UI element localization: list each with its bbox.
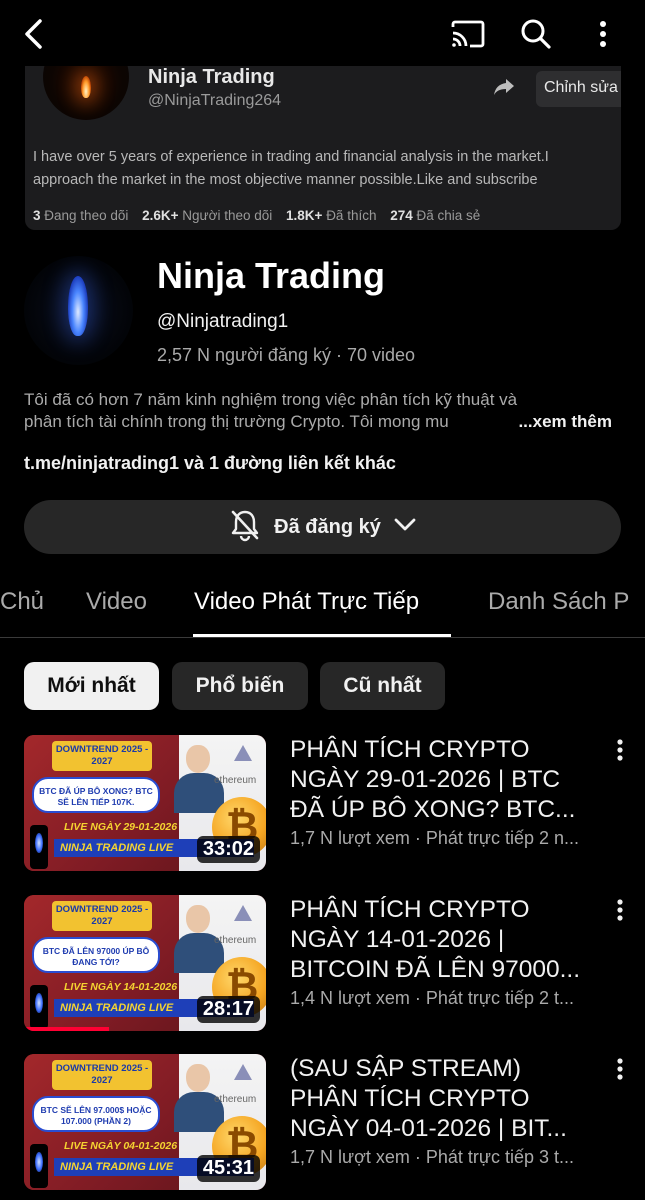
search-icon[interactable] (516, 14, 556, 54)
channel-handle: @Ninjatrading1 (157, 311, 289, 332)
stat-followers[interactable]: 2.6K+ Người theo dõi (142, 208, 272, 223)
ethereum-icon (234, 1064, 252, 1080)
ethereum-icon (234, 745, 252, 761)
thumb-live-date: LIVE NGÀY 29-01-2026 (64, 821, 178, 833)
thumb-badge: DOWNTREND 2025 - 2027 (52, 901, 152, 931)
stat-following[interactable]: 3 Đang theo dõi (33, 208, 128, 223)
chip-latest[interactable]: Mới nhất (24, 662, 159, 710)
tab-playlists[interactable]: Danh Sách P (488, 588, 629, 616)
thumb-bubble: BTC SẼ LÊN 97.000$ HOẶC 107.000 (PHẦN 2) (32, 1096, 160, 1132)
tab-videos[interactable]: Video (86, 588, 147, 616)
video-title[interactable]: (SAU SẬP STREAM) PHÂN TÍCH CRYPTO NGÀY 0… (290, 1054, 610, 1144)
watch-progress (24, 1027, 109, 1031)
edit-profile-button[interactable]: Chỉnh sửa (536, 71, 621, 107)
candle-icon (30, 985, 48, 1029)
video-duration: 33:02 (196, 836, 260, 863)
card-bio: I have over 5 years of experience in tra… (33, 149, 549, 188)
video-meta: 1,7 N lượt xem · Phát trực tiếp 3 t... (290, 1147, 574, 1167)
subscribed-label: Đã đăng ký (274, 515, 381, 538)
chevron-down-icon (393, 517, 417, 538)
cast-icon[interactable] (448, 14, 488, 54)
top-app-bar (0, 0, 645, 66)
channel-avatar[interactable] (24, 256, 133, 365)
video-item[interactable]: ethereum ₿ DOWNTREND 2025 - 2027 BTC ĐÃ … (0, 895, 645, 1035)
video-duration: 45:31 (196, 1155, 260, 1182)
thumb-badge: DOWNTREND 2025 - 2027 (52, 1060, 152, 1090)
chip-oldest[interactable]: Cũ nhất (320, 662, 445, 710)
thumb-live-date: LIVE NGÀY 14-01-2026 (64, 981, 178, 993)
tab-live[interactable]: Video Phát Trực Tiếp (194, 588, 419, 616)
channel-description[interactable]: Tôi đã có hơn 7 năm kinh nghiệm trong vi… (24, 389, 624, 433)
card-handle: @NinjaTrading264 (148, 92, 282, 109)
video-thumbnail[interactable]: ethereum ₿ DOWNTREND 2025 - 2027 BTC ĐÃ … (24, 895, 266, 1031)
description-line: Tôi đã có hơn 7 năm kinh nghiệm trong vi… (24, 390, 518, 409)
description-line: phân tích tài chính trong thị trường Cry… (24, 411, 612, 433)
thumb-badge: DOWNTREND 2025 - 2027 (52, 741, 152, 771)
subscribed-button[interactable]: Đã đăng ký (24, 500, 621, 554)
stat-shares[interactable]: 274 Đã chia sẻ (390, 208, 480, 223)
candle-flame (81, 76, 91, 98)
share-arrow-icon[interactable] (493, 78, 519, 98)
video-item[interactable]: ethereum ₿ DOWNTREND 2025 - 2027 BTC ĐÃ … (0, 735, 645, 875)
see-more-link[interactable]: ...xem thêm (514, 411, 612, 433)
video-more-icon[interactable] (610, 1056, 630, 1084)
linked-profile-card: Ninja Trading @NinjaTrading264 Chỉnh sửa… (25, 66, 621, 230)
video-more-icon[interactable] (610, 897, 630, 925)
stat-likes[interactable]: 1.8K+ Đã thích (286, 208, 376, 223)
video-meta: 1,4 N lượt xem · Phát trực tiếp 2 t... (290, 988, 574, 1008)
thumb-live-date: LIVE NGÀY 04-01-2026 (64, 1140, 178, 1152)
video-duration: 28:17 (196, 996, 260, 1023)
channel-name: Ninja Trading (157, 255, 386, 296)
back-icon[interactable] (14, 14, 54, 54)
thumb-bubble: BTC ĐÃ ÚP BÔ XONG? BTC SẼ LÊN TIẾP 107K. (32, 777, 160, 813)
video-thumbnail[interactable]: ethereum ₿ DOWNTREND 2025 - 2027 BTC SẼ … (24, 1054, 266, 1190)
candle-flame (68, 276, 88, 336)
bell-off-icon (228, 508, 262, 547)
more-vert-icon[interactable] (583, 14, 623, 54)
card-stats: 3 Đang theo dõi 2.6K+ Người theo dõi 1.8… (33, 208, 490, 223)
video-thumbnail[interactable]: ethereum ₿ DOWNTREND 2025 - 2027 BTC ĐÃ … (24, 735, 266, 871)
video-more-icon[interactable] (610, 737, 630, 765)
video-title[interactable]: PHÂN TÍCH CRYPTO NGÀY 29-01-2026 | BTC Đ… (290, 735, 610, 825)
card-avatar (43, 66, 129, 120)
candle-icon (30, 1144, 48, 1188)
active-tab-indicator (193, 634, 451, 637)
channel-meta: 2,57 N người đăng ký · 70 video (157, 345, 416, 365)
channel-links[interactable]: t.me/ninjatrading1 và 1 đường liên kết k… (24, 453, 396, 474)
video-item[interactable]: ethereum ₿ DOWNTREND 2025 - 2027 BTC SẼ … (0, 1054, 645, 1194)
thumb-bubble: BTC ĐÃ LÊN 97000 ÚP BÔ ĐANG TỚI? (32, 937, 160, 973)
video-meta: 1,7 N lượt xem · Phát trực tiếp 2 n... (290, 828, 580, 848)
candle-icon (30, 825, 48, 869)
card-name: Ninja Trading (148, 66, 275, 88)
ethereum-icon (234, 905, 252, 921)
chip-popular[interactable]: Phổ biến (172, 662, 308, 710)
tab-home[interactable]: Chủ (0, 588, 44, 616)
channel-tabs: Chủ Video Video Phát Trực Tiếp Danh Sách… (0, 578, 645, 638)
video-title[interactable]: PHÂN TÍCH CRYPTO NGÀY 14-01-2026 | BITCO… (290, 895, 610, 985)
